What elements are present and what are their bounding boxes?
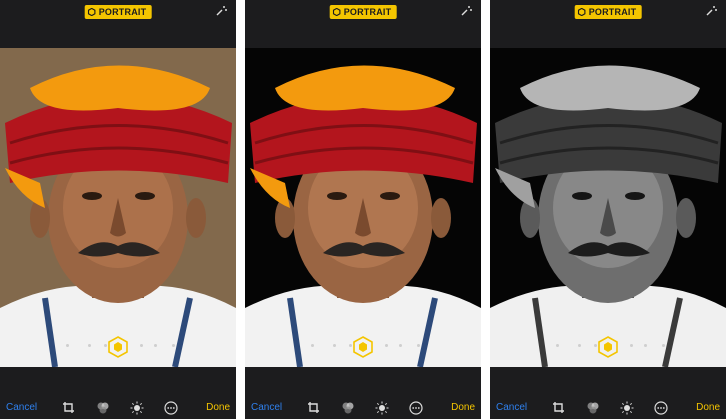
filters-icon[interactable] (341, 401, 355, 415)
portrait-hex-icon (332, 8, 341, 16)
done-button[interactable]: Done (206, 402, 230, 413)
magic-wand-icon[interactable] (460, 5, 472, 17)
dial-dot (556, 344, 559, 347)
dial-dot (88, 344, 91, 347)
portrait-label: PORTRAIT (343, 7, 392, 17)
depth-dial[interactable] (490, 336, 726, 358)
done-button[interactable]: Done (696, 402, 720, 413)
adjust-icon[interactable] (620, 401, 634, 415)
portrait-photo (0, 48, 236, 367)
crop-rotate-icon[interactable] (62, 401, 76, 415)
more-icon[interactable] (654, 401, 668, 415)
portrait-hex-icon (87, 8, 96, 16)
panel-2: PORTRAIT Cancel Done (245, 0, 481, 419)
bottom-bar: Cancel Done (0, 367, 236, 419)
dial-dot (578, 344, 581, 347)
depth-dial[interactable] (0, 336, 236, 358)
adjust-icon[interactable] (130, 401, 144, 415)
dial-dot (399, 344, 402, 347)
portrait-label: PORTRAIT (588, 7, 637, 17)
tool-row (307, 401, 423, 415)
crop-rotate-icon[interactable] (552, 401, 566, 415)
depth-dial[interactable] (245, 336, 481, 358)
dial-dot (333, 344, 336, 347)
portrait-label: PORTRAIT (98, 7, 147, 17)
top-bar: PORTRAIT (490, 0, 726, 24)
bottom-bar: Cancel Done (245, 367, 481, 419)
panel-1: PORTRAIT Cancel Done (0, 0, 236, 419)
cancel-button[interactable]: Cancel (496, 402, 527, 413)
cancel-button[interactable]: Cancel (251, 402, 282, 413)
dial-dot (172, 344, 175, 347)
dial-dot (140, 344, 143, 347)
dial-dot (630, 344, 633, 347)
three-panel-comparison: PORTRAIT Cancel Done PORTRAIT Cancel Don… (0, 0, 728, 419)
magic-wand-icon[interactable] (215, 5, 227, 17)
filters-icon[interactable] (96, 401, 110, 415)
dial-dot (154, 344, 157, 347)
dial-dot (644, 344, 647, 347)
bottom-bar: Cancel Done (490, 367, 726, 419)
portrait-lighting-selected-icon[interactable] (597, 336, 619, 358)
dial-dot (662, 344, 665, 347)
dial-dot (417, 344, 420, 347)
dial-dot (311, 344, 314, 347)
done-button[interactable]: Done (451, 402, 475, 413)
portrait-photo (245, 48, 481, 367)
filters-icon[interactable] (586, 401, 600, 415)
tool-row (552, 401, 668, 415)
cancel-button[interactable]: Cancel (6, 402, 37, 413)
adjust-icon[interactable] (375, 401, 389, 415)
portrait-photo (490, 48, 726, 367)
top-bar: PORTRAIT (0, 0, 236, 24)
portrait-hex-icon (577, 8, 586, 16)
panel-3: PORTRAIT Cancel Done (490, 0, 726, 419)
dial-dot (66, 344, 69, 347)
crop-rotate-icon[interactable] (307, 401, 321, 415)
portrait-badge[interactable]: PORTRAIT (329, 5, 397, 19)
more-icon[interactable] (164, 401, 178, 415)
portrait-lighting-selected-icon[interactable] (107, 336, 129, 358)
top-bar: PORTRAIT (245, 0, 481, 24)
more-icon[interactable] (409, 401, 423, 415)
portrait-badge[interactable]: PORTRAIT (574, 5, 642, 19)
portrait-lighting-selected-icon[interactable] (352, 336, 374, 358)
tool-row (62, 401, 178, 415)
dial-dot (385, 344, 388, 347)
magic-wand-icon[interactable] (705, 5, 717, 17)
portrait-badge[interactable]: PORTRAIT (84, 5, 152, 19)
